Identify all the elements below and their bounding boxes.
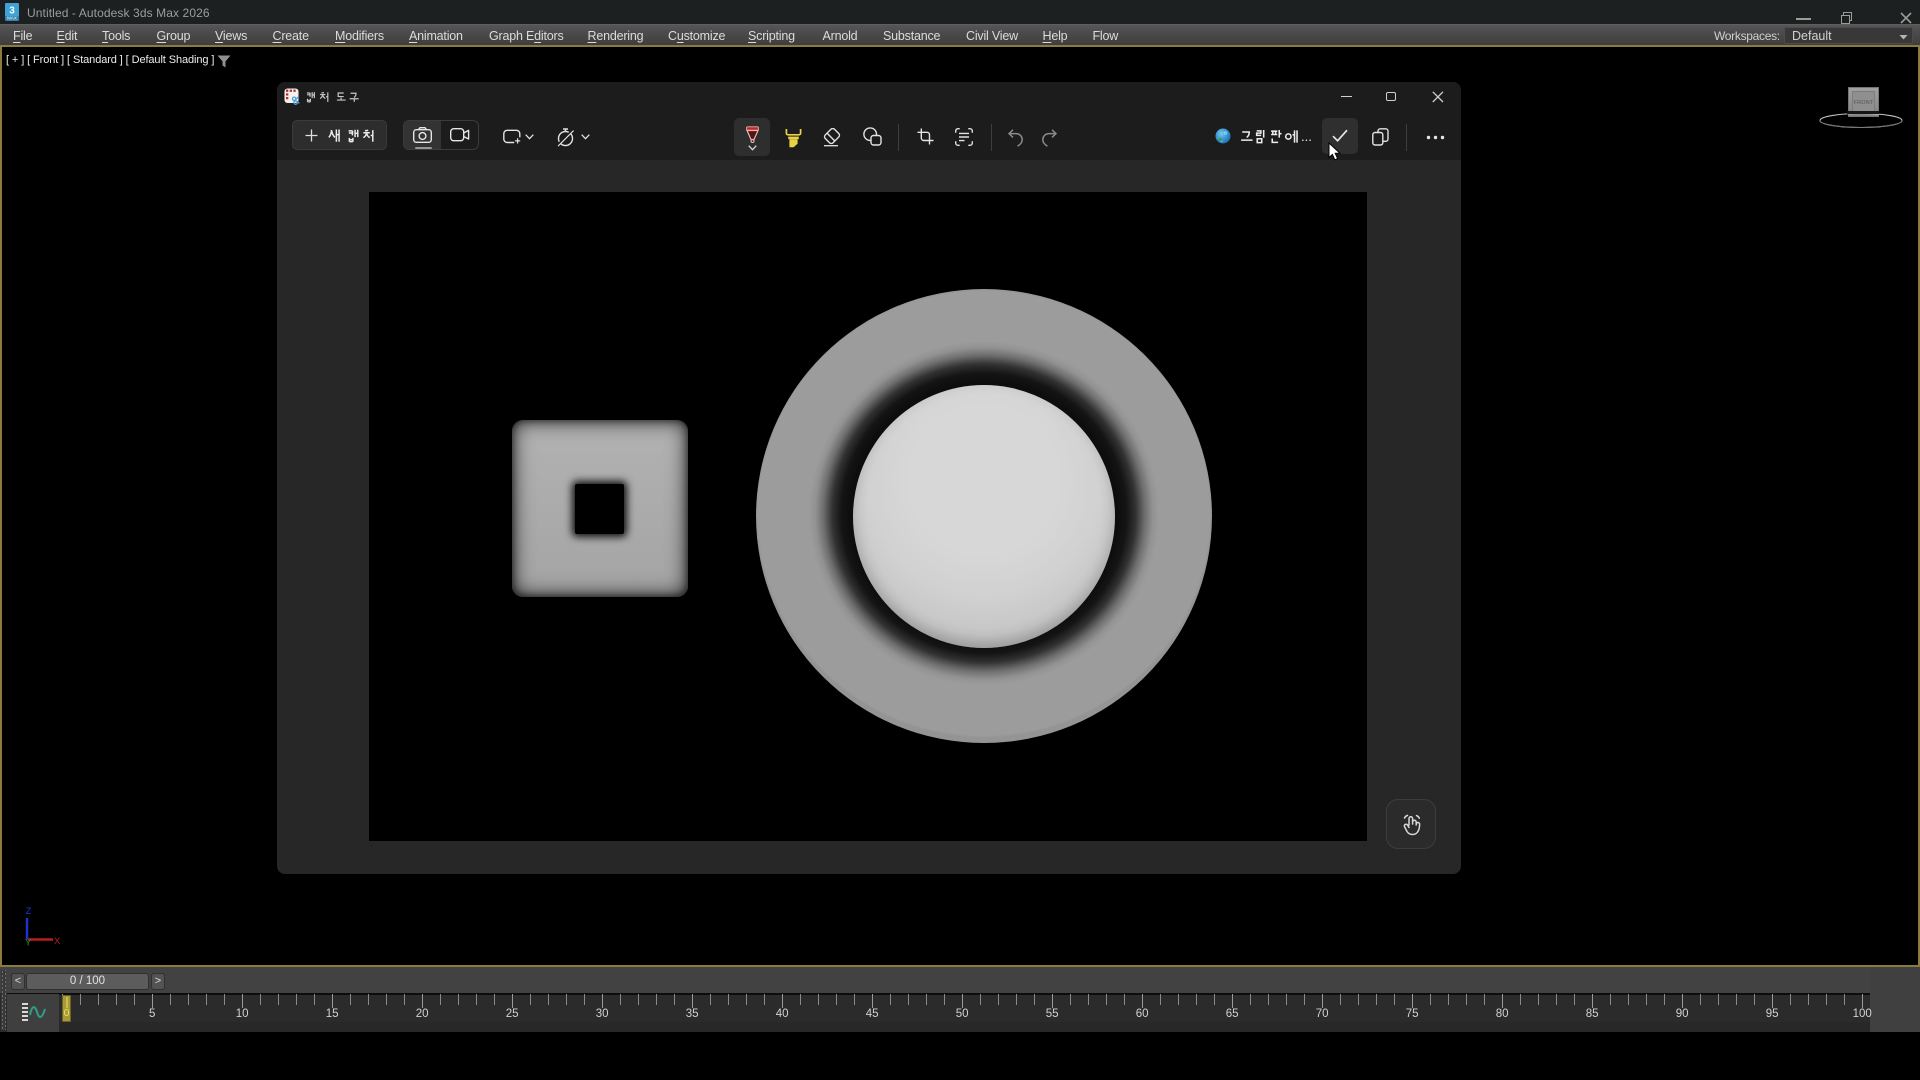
svg-text:X: X [54, 936, 61, 947]
svg-text:Z: Z [26, 906, 32, 917]
svg-text:Y: Y [25, 938, 32, 949]
svg-text:MAX: MAX [7, 16, 17, 21]
